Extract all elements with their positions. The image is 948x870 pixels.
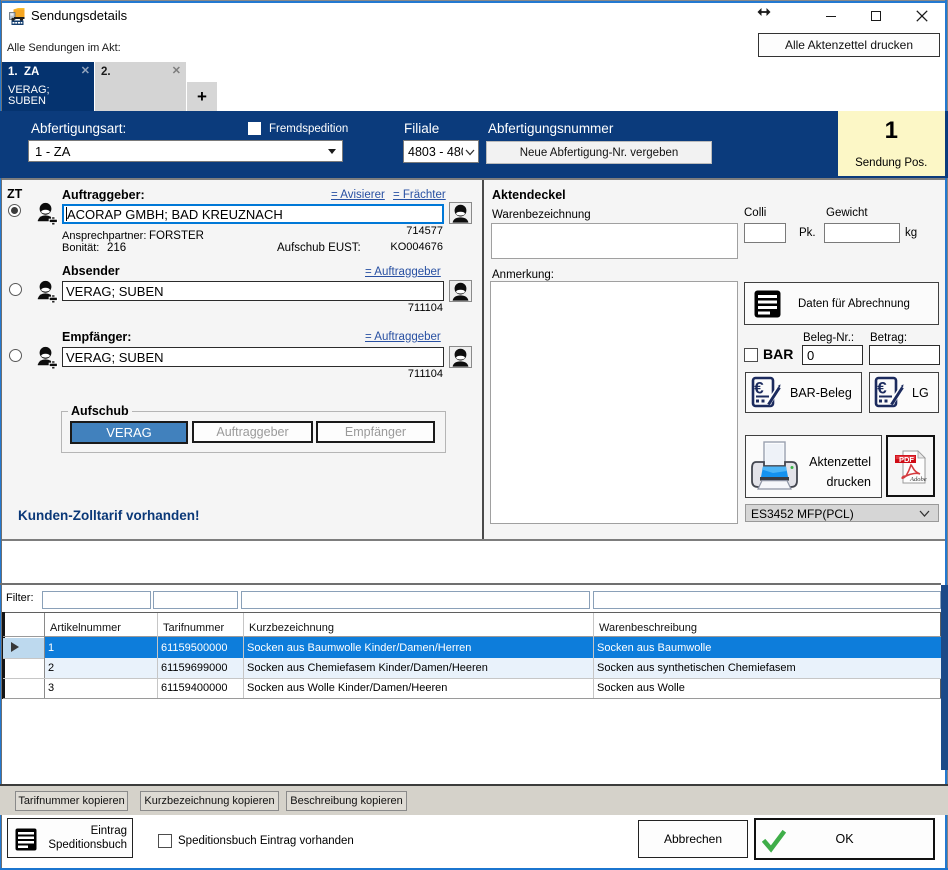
svg-text:PDF: PDF [899, 455, 914, 464]
svg-text:€: € [877, 379, 887, 398]
svg-text:Adobe: Adobe [909, 476, 927, 483]
svg-text:€: € [754, 379, 764, 398]
